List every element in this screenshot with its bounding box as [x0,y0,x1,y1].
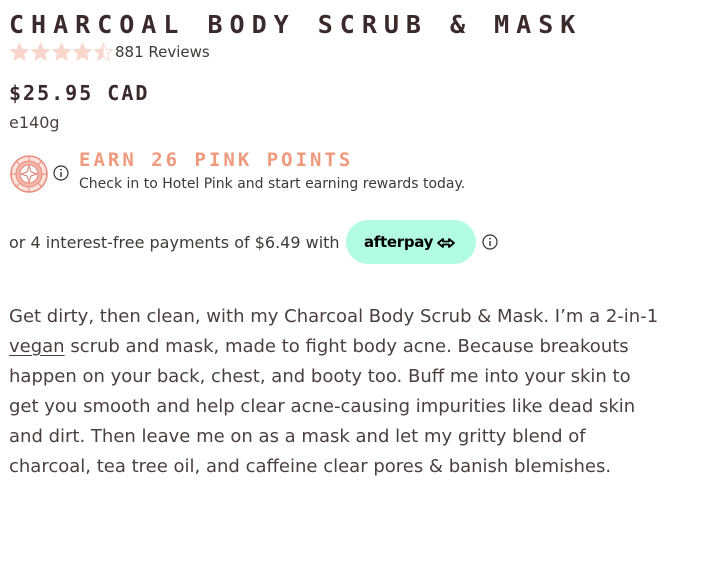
star-icon [30,42,51,62]
reviews-count-link[interactable]: 881 Reviews [115,43,210,61]
description-text: scrub and mask, made to fight body acne.… [9,336,636,477]
info-icon[interactable] [53,165,69,181]
rewards-heading: EARN 26 PINK POINTS [79,149,354,171]
hotel-pink-badge-icon [9,154,49,194]
rewards-subtext: Check in to Hotel Pink and start earning… [79,176,466,192]
info-icon[interactable] [481,234,498,250]
star-icon [93,42,114,62]
product-price: $25.95 CAD [9,81,150,105]
star-icon [72,42,93,62]
vegan-link[interactable]: vegan [9,336,65,357]
product-rating[interactable]: 881 Reviews [9,41,210,63]
description-text: Get dirty, then clean, with my Charcoal … [9,306,659,327]
afterpay-installment-text: or 4 interest-free payments of $6.49 wit… [9,232,340,252]
star-icon [51,42,72,62]
rewards-banner: EARN 26 PINK POINTS Check in to Hotel Pi… [9,148,609,198]
product-description: Get dirty, then clean, with my Charcoal … [9,302,659,482]
afterpay-badge-button[interactable]: afterpay [345,220,476,264]
product-title: CHARCOAL BODY SCRUB & MASK [9,10,583,39]
afterpay-logo-text: afterpay [363,233,434,251]
afterpay-row: or 4 interest-free payments of $6.49 wit… [9,220,498,264]
star-rating [9,42,114,62]
product-size: e140g [9,113,60,132]
star-icon [9,42,30,62]
afterpay-arrows-icon [435,235,457,249]
